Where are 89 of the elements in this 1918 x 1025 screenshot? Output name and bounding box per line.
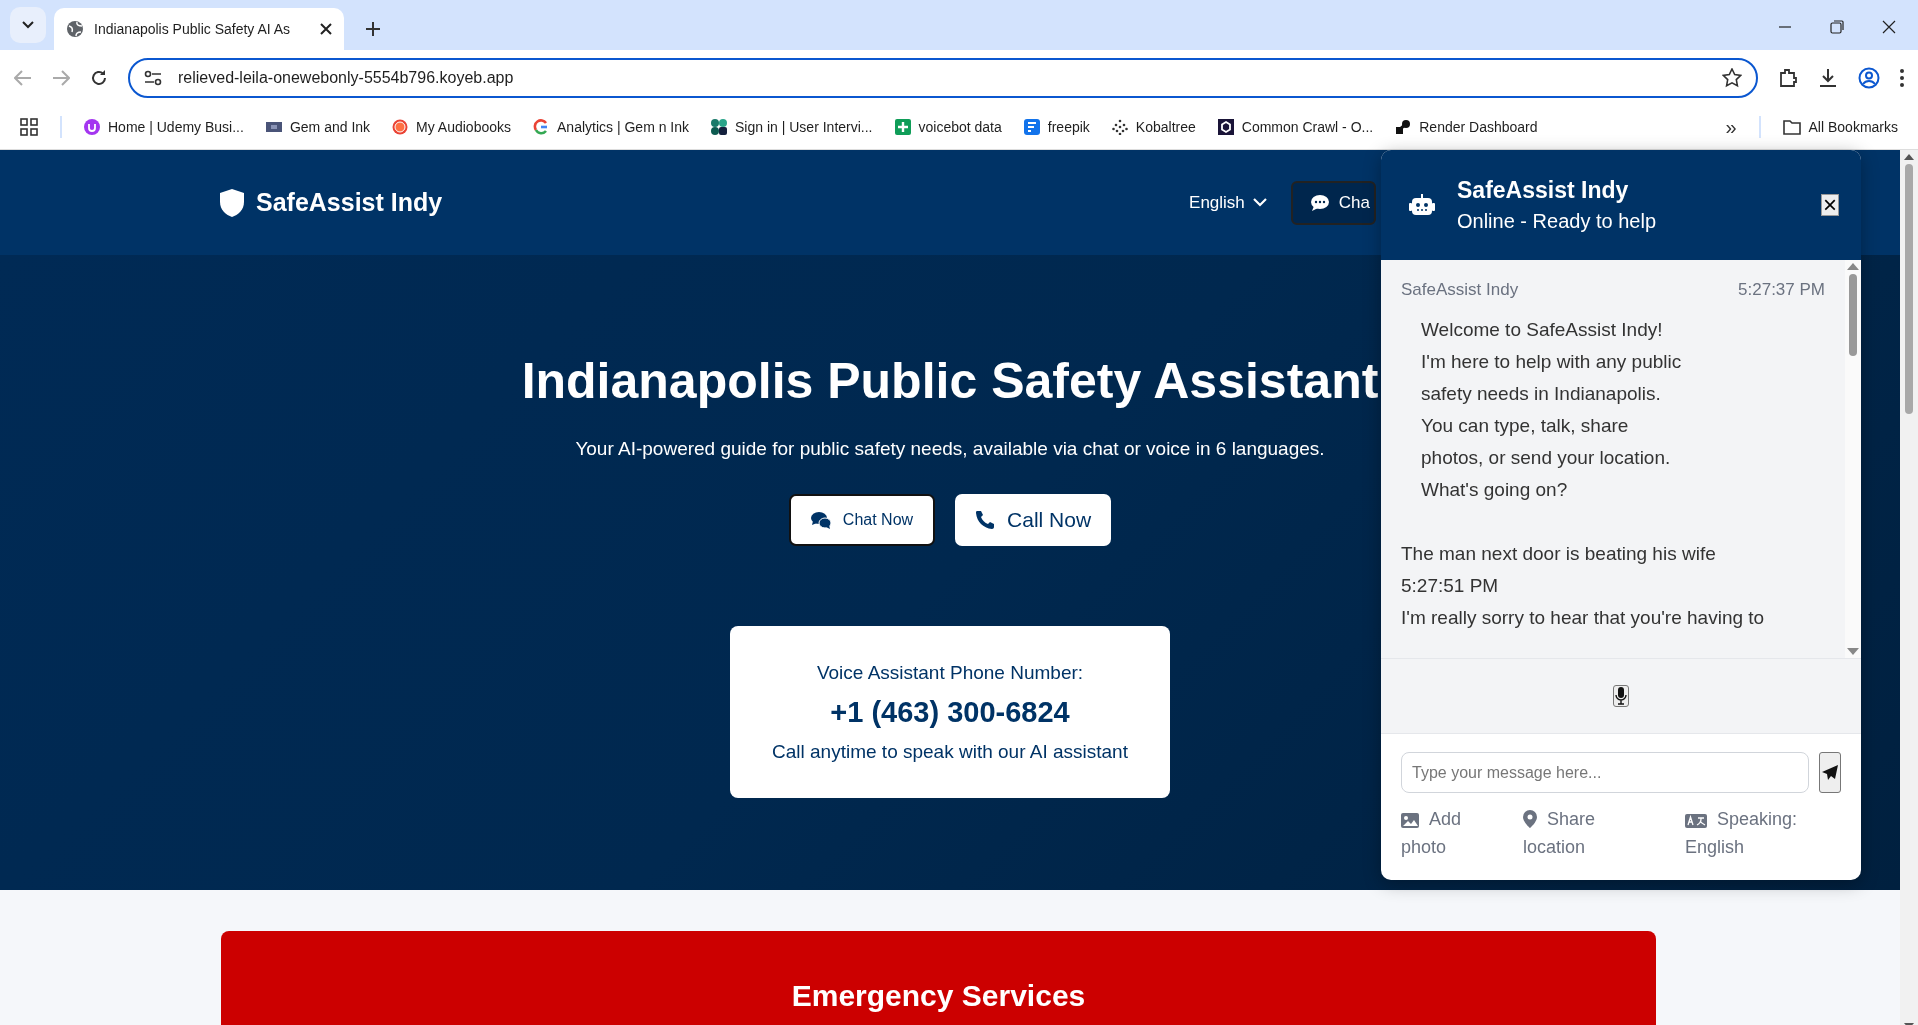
speaking-language-button[interactable]: Speaking: English	[1685, 805, 1805, 861]
scrollbar-thumb[interactable]	[1849, 274, 1857, 356]
bookmark[interactable]: freepik	[1023, 119, 1090, 135]
translate-icon	[1685, 814, 1707, 828]
message-input[interactable]: Type your message here...	[1401, 752, 1809, 793]
microphone-icon	[1615, 687, 1627, 705]
chevron-down-icon	[1252, 198, 1267, 207]
more-bookmarks-button[interactable]: »	[1725, 115, 1737, 139]
chevron-down-icon	[22, 21, 34, 29]
send-button[interactable]	[1819, 752, 1841, 793]
close-icon[interactable]	[1882, 20, 1896, 34]
profile-icon[interactable]	[1858, 66, 1880, 89]
chat-button[interactable]: Cha	[1290, 180, 1376, 225]
message-text: photos, or send your location.	[1420, 446, 1672, 470]
phone-number: +1 (463) 300-6824	[830, 695, 1070, 729]
tab-list-button[interactable]	[10, 7, 46, 43]
apps-grid-icon[interactable]	[20, 118, 38, 136]
reload-icon[interactable]	[90, 68, 108, 87]
extensions-icon[interactable]	[1778, 67, 1798, 88]
paper-plane-icon	[1822, 764, 1838, 781]
more-menu-icon[interactable]	[1900, 68, 1904, 87]
folder-icon	[1782, 119, 1801, 135]
share-location-button[interactable]: Share location	[1523, 805, 1653, 861]
hexagon-logo-icon	[1217, 119, 1234, 135]
dot-tree-icon	[1111, 119, 1128, 135]
add-photo-button[interactable]: Add photo	[1401, 805, 1491, 861]
record-icon	[392, 119, 409, 135]
image-icon	[1401, 813, 1419, 828]
chat-now-button[interactable]: Chat Now	[788, 494, 936, 546]
message-text: safety needs in Indianapolis.	[1420, 382, 1662, 406]
u-logo-icon	[84, 119, 100, 135]
robot-icon	[1409, 194, 1435, 216]
message-text: 5:27:51 PM	[1401, 574, 1500, 598]
chat-bubbles-icon	[810, 511, 831, 529]
hero-title: Indianapolis Public Safety Assistant	[521, 352, 1379, 410]
sender-name: SafeAssist Indy	[1401, 280, 1519, 300]
plus-sheet-icon	[894, 119, 911, 135]
bookmark[interactable]: Gem and Ink	[265, 119, 371, 135]
phone-note: Call anytime to speak with our AI assistant	[772, 740, 1128, 763]
scroll-up-icon	[1904, 154, 1914, 160]
new-tab-icon[interactable]	[366, 22, 380, 36]
cluster-logo-icon	[711, 119, 728, 135]
map-pin-icon	[1523, 810, 1537, 828]
restore-icon[interactable]	[1830, 20, 1844, 34]
g-logo-icon	[533, 119, 549, 135]
phone-label: Voice Assistant Phone Number:	[816, 661, 1084, 684]
url-text: relieved-leila-onewebonly-5554b796.koyeb.app	[178, 68, 515, 87]
close-button[interactable]: ×	[1821, 194, 1839, 216]
speech-bubble-icon	[1310, 194, 1329, 211]
message-time: 5:27:37 PM	[1738, 280, 1825, 300]
bookmark[interactable]: Common Crawl - O...	[1217, 119, 1374, 135]
hero-subtitle: Your AI-powered guide for public safety needs, available via chat or voice in 6 languages.	[575, 438, 1325, 460]
call-now-button[interactable]: Call Now	[955, 494, 1112, 546]
message-text: You can type, talk, share	[1420, 414, 1630, 438]
message-text: Welcome to SafeAssist Indy!	[1420, 318, 1664, 342]
phone-icon	[975, 510, 996, 530]
bookmark[interactable]: Kobaltree	[1111, 119, 1196, 135]
close-icon[interactable]	[320, 23, 332, 35]
bookmark[interactable]: Home | Udemy Busi...	[84, 119, 244, 135]
download-icon[interactable]	[1818, 67, 1838, 88]
bookmark[interactable]: Render Dashboard	[1395, 119, 1538, 135]
section-title: Emergency Services	[791, 979, 1086, 1014]
microphone-button[interactable]	[1613, 685, 1629, 707]
bookmark[interactable]: My Audiobooks	[392, 119, 511, 135]
image-thumbnail-icon	[265, 119, 282, 135]
message-text: I'm really sorry to hear that you're having to	[1401, 606, 1766, 630]
star-icon[interactable]	[1722, 67, 1742, 88]
address-bar[interactable]: relieved-leila-onewebonly-5554b796.koyeb.app	[128, 57, 1758, 98]
message-text: I'm here to help with any public	[1420, 350, 1683, 374]
browser-tab[interactable]: Indianapolis Public Safety AI As	[54, 8, 344, 50]
site-settings-icon	[144, 69, 162, 86]
chat-title: SafeAssist Indy	[1457, 177, 1630, 204]
language-selector[interactable]: English	[1183, 191, 1273, 214]
bookmark[interactable]: voicebot data	[894, 119, 1002, 135]
tab-title: Indianapolis Public Safety AI As	[94, 21, 292, 37]
document-logo-icon	[1023, 119, 1040, 135]
bookmark[interactable]: Sign in | User Intervi...	[711, 119, 873, 135]
brand-name: SafeAssist Indy	[256, 188, 443, 217]
globe-icon	[66, 20, 84, 38]
shield-icon	[220, 188, 244, 217]
bookmark[interactable]: Analytics | Gem n Ink	[533, 119, 690, 135]
chat-status: Online - Ready to help	[1457, 210, 1657, 233]
message-scrollbar[interactable]	[1845, 260, 1861, 658]
node-logo-icon	[1395, 119, 1412, 135]
scrollbar-thumb[interactable]	[1905, 164, 1913, 414]
message-text: The man next door is beating his wife	[1401, 542, 1717, 566]
scroll-up-icon	[1847, 263, 1859, 270]
message-text: What's going on?	[1420, 478, 1569, 502]
all-bookmarks[interactable]: All Bookmarks	[1782, 119, 1898, 135]
